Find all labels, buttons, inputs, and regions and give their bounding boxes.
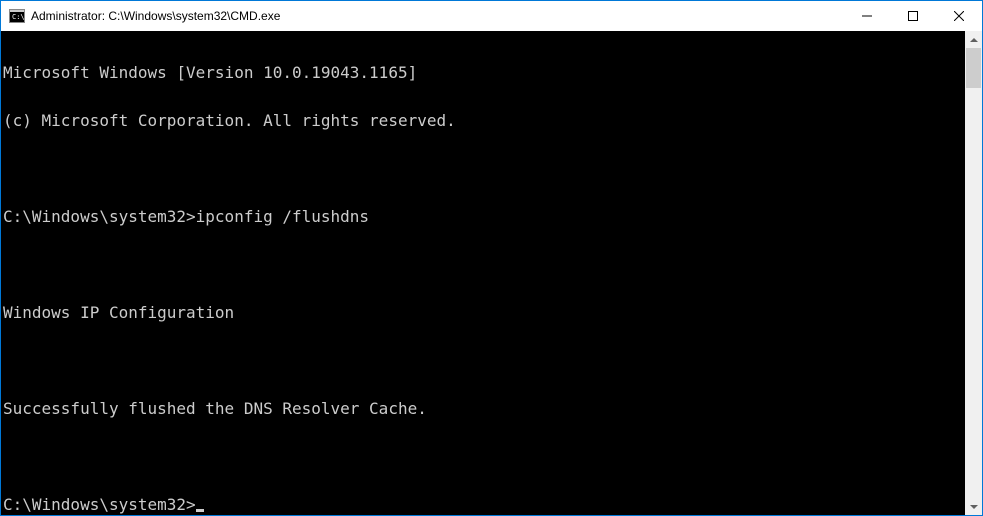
scroll-down-button[interactable] — [965, 498, 982, 515]
client-area: Microsoft Windows [Version 10.0.19043.11… — [1, 31, 982, 515]
window-title: Administrator: C:\Windows\system32\CMD.e… — [31, 9, 280, 23]
minimize-button[interactable] — [844, 1, 890, 31]
cursor-icon — [196, 509, 204, 512]
terminal-prompt-line: C:\Windows\system32> — [3, 497, 965, 513]
cmd-window: C:\ Administrator: C:\Windows\system32\C… — [0, 0, 983, 516]
titlebar[interactable]: C:\ Administrator: C:\Windows\system32\C… — [1, 1, 982, 31]
close-button[interactable] — [936, 1, 982, 31]
terminal-prompt: C:\Windows\system32> — [3, 495, 196, 514]
terminal-line — [3, 353, 965, 369]
terminal-line — [3, 257, 965, 273]
vertical-scrollbar[interactable] — [965, 31, 982, 515]
terminal-line: Successfully flushed the DNS Resolver Ca… — [3, 401, 965, 417]
svg-text:C:\: C:\ — [12, 13, 25, 21]
terminal-line: C:\Windows\system32>ipconfig /flushdns — [3, 209, 965, 225]
terminal-line: Windows IP Configuration — [3, 305, 965, 321]
terminal-line: Microsoft Windows [Version 10.0.19043.11… — [3, 65, 965, 81]
window-controls — [844, 1, 982, 31]
scrollbar-thumb[interactable] — [966, 48, 981, 88]
maximize-button[interactable] — [890, 1, 936, 31]
terminal-line — [3, 161, 965, 177]
cmd-icon: C:\ — [9, 8, 25, 24]
terminal-line — [3, 449, 965, 465]
terminal-output[interactable]: Microsoft Windows [Version 10.0.19043.11… — [1, 31, 965, 515]
terminal-line: (c) Microsoft Corporation. All rights re… — [3, 113, 965, 129]
scroll-up-button[interactable] — [965, 31, 982, 48]
